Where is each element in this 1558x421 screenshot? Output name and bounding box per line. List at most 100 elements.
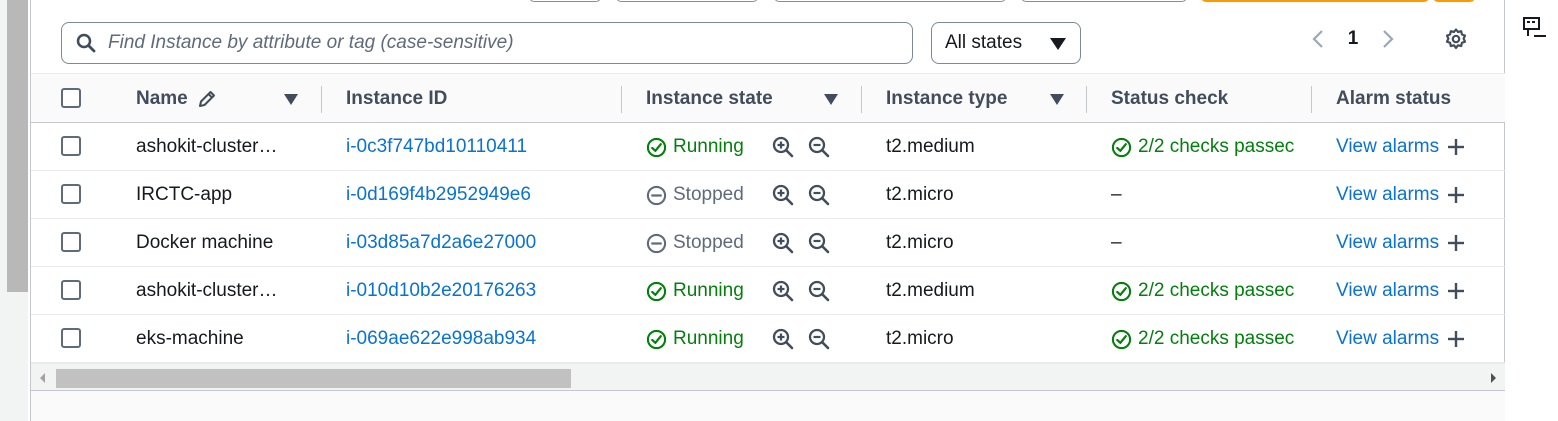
- previous-page-button[interactable]: [1301, 22, 1335, 56]
- table-row[interactable]: ashokit-cluster… i-0c3f747bd10110411 Runni…: [31, 123, 1505, 171]
- column-divider[interactable]: [1086, 86, 1087, 113]
- table-row[interactable]: eks-machine i-069ae622e998ab934 Running t2.…: [31, 315, 1505, 363]
- instance-id-link[interactable]: i-069ae622e998ab934: [346, 315, 536, 363]
- clipped-button: [774, 0, 1006, 2]
- view-alarms-link[interactable]: View alarms: [1336, 280, 1439, 302]
- column-header-name[interactable]: Name: [136, 74, 298, 124]
- horizontal-scrollbar-thumb[interactable]: [56, 369, 571, 388]
- instance-state: Stopped: [646, 219, 744, 267]
- row-select-checkbox[interactable]: [61, 136, 81, 156]
- clipped-primary-button: [1433, 0, 1475, 2]
- row-select-checkbox[interactable]: [61, 232, 81, 252]
- instance-id-link[interactable]: i-010d10b2e20176263: [346, 267, 536, 315]
- sort-caret-icon[interactable]: [1050, 94, 1064, 105]
- current-page-number[interactable]: 1: [1335, 28, 1371, 50]
- search-field[interactable]: [61, 22, 913, 64]
- clipped-primary-button: [1201, 0, 1429, 2]
- view-alarms-link[interactable]: View alarms: [1336, 136, 1439, 158]
- column-header-alarm-status[interactable]: Alarm status: [1336, 74, 1451, 124]
- column-divider[interactable]: [621, 86, 622, 113]
- column-header-instance-id[interactable]: Instance ID: [346, 74, 447, 124]
- pagination: 1: [1301, 22, 1405, 56]
- horizontal-scrollbar[interactable]: [31, 363, 1505, 390]
- caret-down-icon: [1050, 38, 1066, 50]
- clipped-button: [1021, 0, 1187, 2]
- status-check: 2/2 checks passec: [1111, 123, 1309, 171]
- zoom-out-icon[interactable]: [807, 183, 831, 207]
- scroll-left-arrow-icon[interactable]: [40, 373, 45, 383]
- status-check-label: 2/2 checks passec: [1138, 136, 1295, 157]
- zoom-in-icon[interactable]: [771, 231, 795, 255]
- row-select-checkbox[interactable]: [61, 184, 81, 204]
- alarm-status: View alarms: [1336, 123, 1465, 171]
- plus-icon[interactable]: [1447, 282, 1465, 300]
- instance-state: Running: [646, 123, 744, 171]
- instance-id-link[interactable]: i-0d169f4b2952949e6: [346, 171, 531, 219]
- minus-circle-icon: [646, 233, 667, 253]
- view-alarms-link[interactable]: View alarms: [1336, 184, 1439, 206]
- status-check: 2/2 checks passec: [1111, 315, 1309, 363]
- gear-icon: [1445, 28, 1467, 50]
- table-body: ashokit-cluster… i-0c3f747bd10110411 Runni…: [31, 123, 1505, 363]
- clipped-header-strip: [331, 0, 1511, 2]
- preferences-button[interactable]: [1441, 24, 1471, 54]
- column-header-instance-state[interactable]: Instance state: [646, 74, 838, 124]
- table-row[interactable]: ashokit-cluster… i-010d10b2e20176263 Runni…: [31, 267, 1505, 315]
- state-zoom-controls: [771, 315, 831, 363]
- instance-state-label: Running: [673, 328, 744, 349]
- check-circle-icon: [1111, 281, 1132, 301]
- instance-state: Stopped: [646, 171, 744, 219]
- plus-icon[interactable]: [1447, 186, 1465, 204]
- zoom-in-icon[interactable]: [771, 183, 795, 207]
- zoom-in-icon[interactable]: [771, 327, 795, 351]
- table-row[interactable]: Docker machine i-03d85a7d2a6e27000 Stopped…: [31, 219, 1505, 267]
- zoom-out-icon[interactable]: [807, 231, 831, 255]
- zoom-out-icon[interactable]: [807, 327, 831, 351]
- column-header-label: Name: [136, 88, 188, 109]
- chevron-right-icon: [1383, 30, 1394, 48]
- search-input[interactable]: [108, 32, 888, 54]
- instance-state: Running: [646, 315, 744, 363]
- zoom-out-icon[interactable]: [807, 135, 831, 159]
- row-select-checkbox[interactable]: [61, 280, 81, 300]
- pencil-icon[interactable]: [196, 88, 218, 110]
- zoom-out-icon[interactable]: [807, 279, 831, 303]
- instance-state-label: Running: [673, 280, 744, 301]
- state-zoom-controls: [771, 219, 831, 267]
- scroll-right-arrow-icon[interactable]: [1491, 373, 1496, 383]
- instance-id-link[interactable]: i-03d85a7d2a6e27000: [346, 219, 536, 267]
- table-row[interactable]: IRCTC-app i-0d169f4b2952949e6 Stopped t2.mi…: [31, 171, 1505, 219]
- alarm-status: View alarms: [1336, 219, 1465, 267]
- instance-state-label: Stopped: [673, 184, 744, 205]
- select-all-checkbox[interactable]: [61, 88, 81, 108]
- zoom-in-icon[interactable]: [771, 135, 795, 159]
- feedback-icon[interactable]: [1522, 16, 1548, 40]
- column-divider[interactable]: [861, 86, 862, 113]
- instance-name: ashokit-cluster…: [136, 136, 278, 157]
- view-alarms-link[interactable]: View alarms: [1336, 232, 1439, 254]
- instance-name: ashokit-cluster…: [136, 280, 278, 301]
- instance-state-filter[interactable]: All states: [931, 22, 1081, 64]
- column-divider[interactable]: [1311, 86, 1312, 113]
- plus-icon[interactable]: [1447, 330, 1465, 348]
- row-select-checkbox[interactable]: [61, 328, 81, 348]
- check-circle-icon: [646, 329, 667, 349]
- plus-icon[interactable]: [1447, 234, 1465, 252]
- instance-id-link[interactable]: i-0c3f747bd10110411: [346, 123, 527, 171]
- column-header-instance-type[interactable]: Instance type: [886, 74, 1064, 124]
- status-check: –: [1111, 219, 1309, 267]
- sort-caret-icon[interactable]: [284, 94, 298, 105]
- instance-state-label: Running: [673, 136, 744, 157]
- plus-icon[interactable]: [1447, 138, 1465, 156]
- instance-state-label: Stopped: [673, 232, 744, 253]
- view-alarms-link[interactable]: View alarms: [1336, 328, 1439, 350]
- column-divider[interactable]: [321, 86, 322, 113]
- column-header-status-check[interactable]: Status check: [1111, 74, 1228, 124]
- instance-type: t2.micro: [886, 328, 954, 349]
- check-circle-icon: [646, 281, 667, 301]
- next-page-button[interactable]: [1371, 22, 1405, 56]
- clipped-button: [616, 0, 758, 2]
- zoom-in-icon[interactable]: [771, 279, 795, 303]
- sort-caret-icon[interactable]: [824, 94, 838, 105]
- vertical-scrollbar-thumb[interactable]: [7, 0, 28, 292]
